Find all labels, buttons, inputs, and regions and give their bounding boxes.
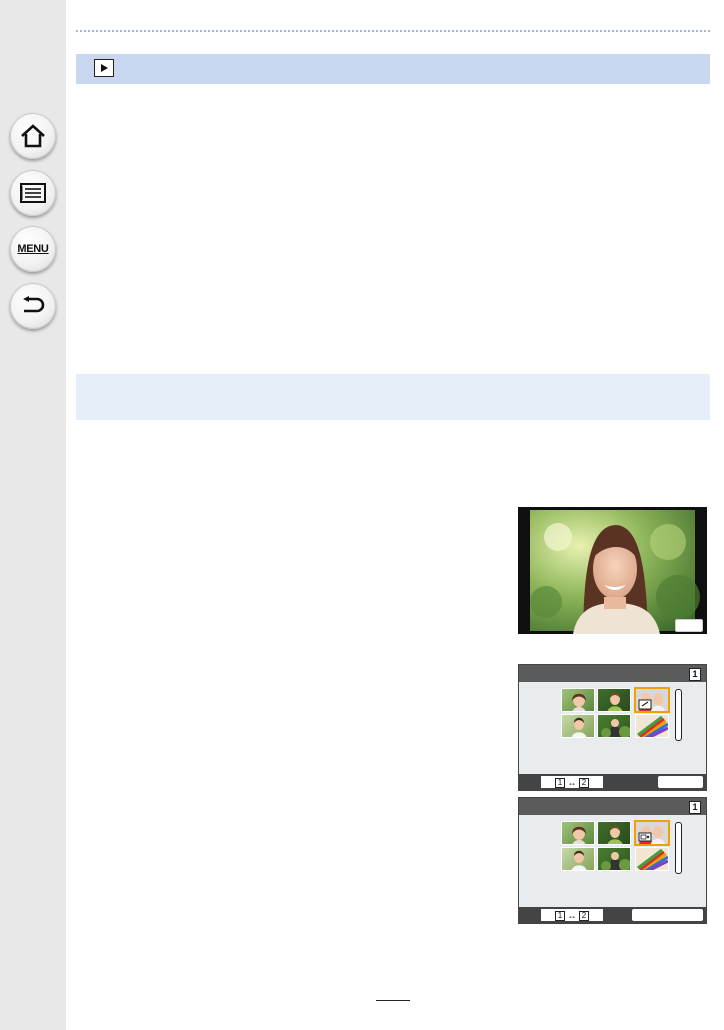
playback-icon (94, 59, 114, 77)
thumbnail[interactable] (597, 821, 631, 845)
thumbnail[interactable] (597, 688, 631, 712)
section-header (76, 374, 710, 420)
thumbnail[interactable] (635, 714, 669, 738)
action-button[interactable] (632, 909, 703, 921)
sample-photo (518, 507, 707, 634)
swap-left: 1 (554, 910, 565, 921)
scrollbar[interactable] (675, 689, 682, 741)
camera-screen-2: 1 1 ↔ 2 (518, 797, 707, 924)
home-button[interactable] (10, 113, 56, 159)
menu-button[interactable]: MENU (10, 226, 56, 272)
screen-top-bar (519, 798, 706, 815)
swap-arrow-icon: ↔ (567, 777, 577, 788)
scrollbar[interactable] (675, 822, 682, 874)
screen-bottom-bar: 1 ↔ 2 (519, 774, 706, 790)
back-arrow-icon (20, 295, 46, 317)
sidebar: MENU (0, 0, 66, 1030)
top-divider (76, 30, 710, 32)
thumbnail[interactable] (561, 821, 595, 845)
edit-icon (637, 698, 649, 707)
thumbnail[interactable] (597, 847, 631, 871)
swap-arrow-icon: ↔ (567, 910, 577, 921)
menu-icon: MENU (17, 243, 49, 255)
screen-bottom-bar: 1 ↔ 2 (519, 907, 706, 923)
page-badge: 1 (689, 801, 701, 814)
list-icon (20, 183, 46, 203)
swap-right: 2 (579, 910, 590, 921)
thumbnail[interactable] (561, 714, 595, 738)
page-badge: 1 (689, 668, 701, 681)
thumbnail[interactable] (597, 714, 631, 738)
contents-button[interactable] (10, 170, 56, 216)
back-button[interactable] (10, 283, 56, 329)
swap-right: 2 (579, 777, 590, 788)
swap-left: 1 (554, 777, 565, 788)
home-icon (20, 124, 46, 148)
thumbnail[interactable] (561, 847, 595, 871)
page-swap-indicator[interactable]: 1 ↔ 2 (541, 776, 603, 788)
page-swap-indicator[interactable]: 1 ↔ 2 (541, 909, 603, 921)
camera-icon (637, 831, 649, 839)
playback-header (76, 54, 710, 84)
page-number-rule (376, 1000, 410, 1001)
screen-top-bar (519, 665, 706, 682)
photo-badge (675, 619, 703, 632)
thumbnail[interactable] (561, 688, 595, 712)
thumbnail[interactable] (635, 847, 669, 871)
camera-screen-1: 1 1 ↔ 2 (518, 664, 707, 791)
action-button[interactable] (658, 776, 703, 788)
